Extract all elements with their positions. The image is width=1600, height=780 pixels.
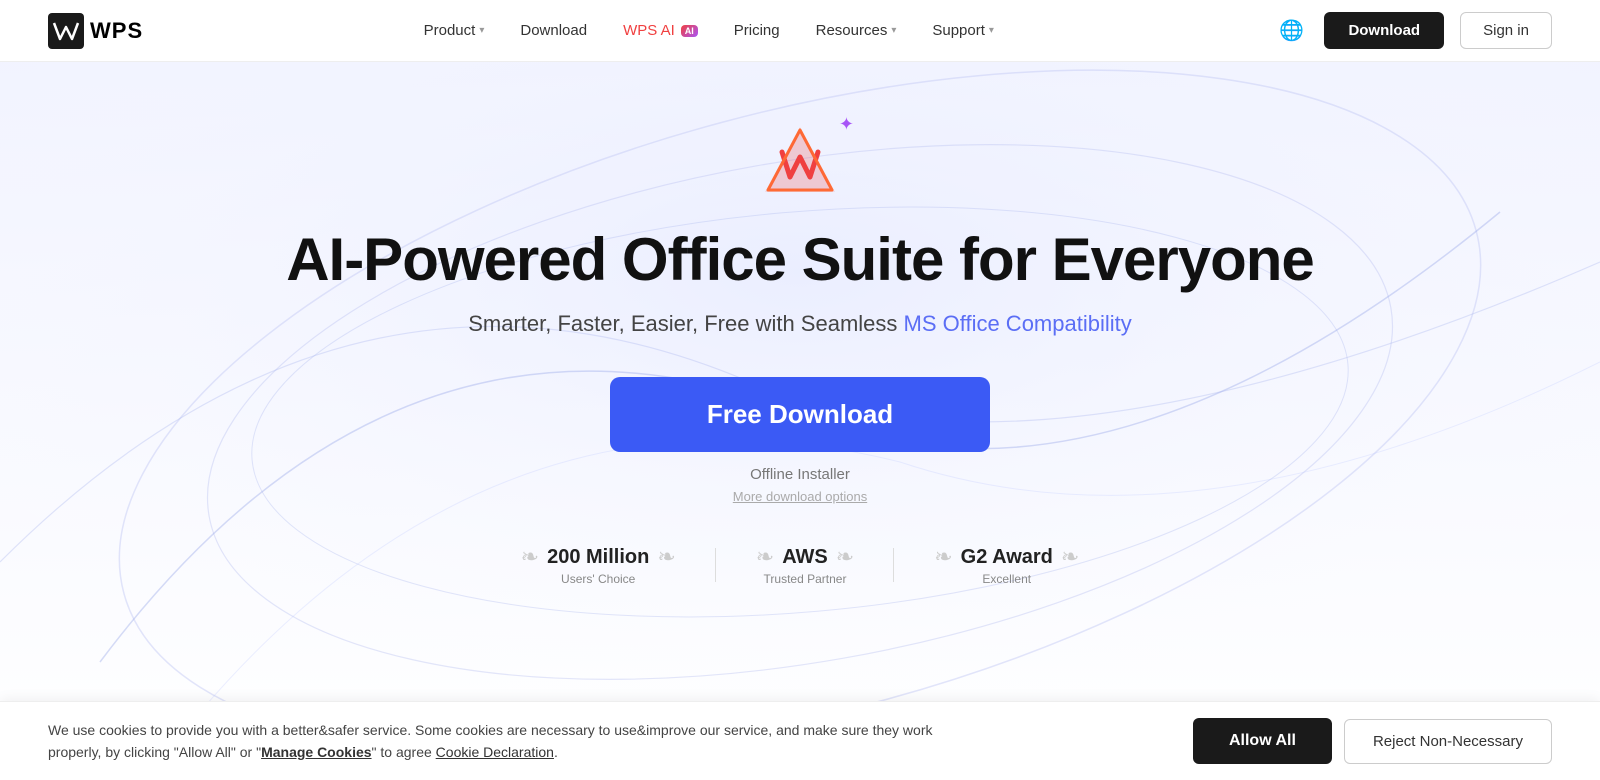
wreath-right-icon: ❧ [836, 544, 854, 570]
main-nav: Product ▾ Download WPS AI AI Pricing Res… [424, 22, 994, 39]
hero-subtitle-plain: Smarter, Faster, Easier, Free with Seaml… [468, 311, 903, 336]
hero-content: ✦ AI-Powered Office Suite for Everyone S… [0, 122, 1600, 586]
nav-item-product[interactable]: Product ▾ [424, 22, 485, 39]
chevron-down-icon: ▾ [989, 25, 994, 36]
allow-all-button[interactable]: Allow All [1193, 718, 1332, 764]
free-download-button[interactable]: Free Download [610, 377, 990, 452]
award-sub-2: Trusted Partner [764, 572, 847, 586]
cookie-declaration-link[interactable]: Cookie Declaration [436, 744, 554, 760]
nav-item-support[interactable]: Support ▾ [932, 22, 994, 39]
manage-cookies-link[interactable]: Manage Cookies [261, 744, 371, 760]
cookie-banner: We use cookies to provide you with a bet… [0, 701, 1600, 780]
wreath-right-icon: ❧ [657, 544, 675, 570]
nav-item-resources[interactable]: Resources ▾ [816, 22, 897, 39]
cookie-text: We use cookies to provide you with a bet… [48, 719, 948, 764]
offline-installer-text: Offline Installer [0, 466, 1600, 483]
nav-item-pricing[interactable]: Pricing [734, 22, 780, 39]
more-download-link[interactable]: More download options [0, 489, 1600, 504]
reject-button[interactable]: Reject Non-Necessary [1344, 719, 1552, 764]
wreath-left-icon: ❧ [521, 544, 539, 570]
award-g2: ❧ G2 Award ❧ Excellent [894, 544, 1119, 586]
hero-subtitle-highlight: MS Office Compatibility [904, 311, 1132, 336]
nav-item-wps-ai[interactable]: WPS AI AI [623, 22, 698, 39]
hero-section: ✦ AI-Powered Office Suite for Everyone S… [0, 62, 1600, 762]
award-title-3: G2 Award [961, 546, 1053, 569]
wreath-left-icon: ❧ [934, 544, 952, 570]
cookie-actions: Allow All Reject Non-Necessary [1193, 718, 1552, 764]
awards-section: ❧ 200 Million ❧ Users' Choice ❧ AWS ❧ Tr… [0, 544, 1600, 586]
award-200-million: ❧ 200 Million ❧ Users' Choice [481, 544, 716, 586]
award-wreath-1: ❧ 200 Million ❧ [521, 544, 676, 570]
wps-logo-icon [48, 13, 84, 49]
award-wreath-3: ❧ G2 Award ❧ [934, 544, 1079, 570]
award-sub-1: Users' Choice [561, 572, 635, 586]
chevron-down-icon: ▾ [479, 25, 484, 36]
signin-button[interactable]: Sign in [1460, 12, 1552, 49]
hero-wps-icon [760, 122, 840, 202]
award-wreath-2: ❧ AWS ❧ [756, 544, 854, 570]
award-sub-3: Excellent [982, 572, 1031, 586]
star-icon: ✦ [839, 114, 854, 135]
hero-logo-wrapper: ✦ [760, 122, 840, 207]
nav-download-button[interactable]: Download [1324, 12, 1444, 49]
award-title-1: 200 Million [547, 546, 649, 569]
ai-badge: AI [681, 25, 698, 37]
hero-subtitle: Smarter, Faster, Easier, Free with Seaml… [0, 311, 1600, 337]
award-aws: ❧ AWS ❧ Trusted Partner [716, 544, 894, 586]
chevron-down-icon: ▾ [891, 25, 896, 36]
navbar-right: 🌐 Download Sign in [1274, 12, 1552, 49]
wreath-right-icon: ❧ [1061, 544, 1079, 570]
wreath-left-icon: ❧ [756, 544, 774, 570]
hero-title: AI-Powered Office Suite for Everyone [0, 227, 1600, 293]
navbar: WPS Product ▾ Download WPS AI AI Pricing… [0, 0, 1600, 62]
award-title-2: AWS [782, 546, 828, 569]
nav-item-download[interactable]: Download [520, 22, 587, 39]
language-selector[interactable]: 🌐 [1274, 14, 1308, 48]
logo[interactable]: WPS [48, 13, 143, 49]
logo-text: WPS [90, 18, 143, 44]
